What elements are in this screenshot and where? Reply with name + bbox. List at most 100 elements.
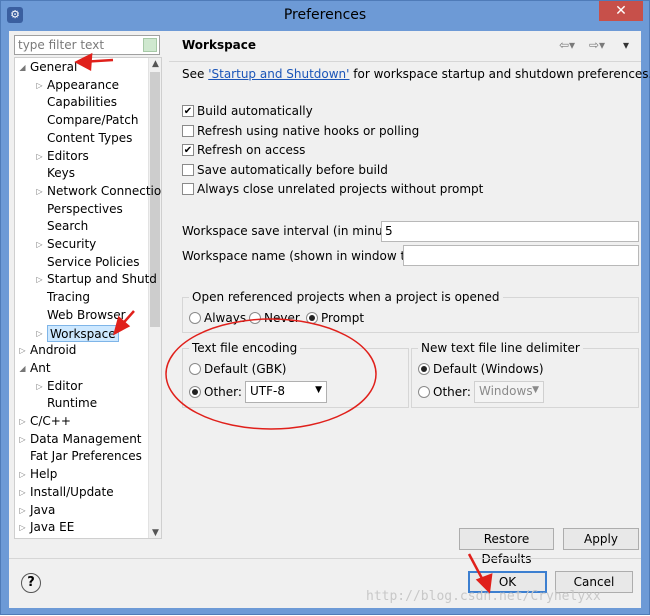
tree-item-fat-jar-preferences[interactable]: Fat Jar Preferences — [30, 448, 142, 465]
preference-tree: ▲ ▼ ◢ General ▷ Appearance Capabilities Compa… — [14, 57, 162, 539]
help-icon[interactable]: ? — [21, 573, 41, 593]
see-suffix: for workspace startup and shutdown prefe… — [349, 67, 650, 81]
tree-item-security[interactable]: Security — [47, 236, 96, 253]
tree-item-compare-patch[interactable]: Compare/Patch — [47, 112, 138, 129]
line-delimiter-title: New text file line delimiter — [418, 341, 583, 355]
tree-item-startup-and-shutd[interactable]: Startup and Shutd — [47, 271, 157, 288]
open-referenced-title: Open referenced projects when a project … — [189, 290, 503, 304]
forward-arrow-icon[interactable]: ⇨▾ — [589, 38, 605, 52]
encoding-select[interactable]: UTF-8 ▼ — [245, 381, 327, 403]
radio-encoding-default[interactable] — [189, 363, 201, 375]
tree-expand-icon[interactable]: ▷ — [18, 435, 27, 444]
tree-item-editors[interactable]: Editors — [47, 148, 89, 165]
tree-item-content-types[interactable]: Content Types — [47, 130, 132, 147]
clear-filter-icon[interactable] — [143, 38, 157, 52]
radio-delimiter-other-label: Other: — [433, 385, 471, 399]
scroll-up-icon[interactable]: ▲ — [149, 58, 161, 71]
see-startup-text: See 'Startup and Shutdown' for workspace… — [182, 67, 650, 81]
tree-item-search[interactable]: Search — [47, 218, 88, 235]
radio-delimiter-default[interactable] — [418, 363, 430, 375]
radio-encoding-default-label: Default (GBK) — [204, 362, 287, 376]
header-divider — [169, 61, 641, 62]
checkbox-1[interactable] — [182, 124, 194, 137]
workspace-name-label: Workspace name (shown in window title): — [182, 249, 433, 263]
radio-prompt[interactable] — [306, 312, 318, 324]
radio-encoding-other[interactable] — [189, 386, 201, 398]
tree-expand-icon[interactable]: ▷ — [18, 470, 27, 479]
apply-button[interactable]: Apply — [563, 528, 639, 550]
tree-expand-icon[interactable]: ▷ — [35, 81, 44, 90]
window-title: Preferences — [283, 7, 367, 23]
checkbox-2[interactable]: ✔ — [182, 144, 194, 156]
tree-expand-icon[interactable]: ▷ — [35, 240, 44, 249]
tree-item-network-connectio[interactable]: Network Connectio — [47, 183, 161, 200]
page-title: Workspace — [182, 38, 257, 52]
preferences-window: ⚙ Preferences ✕ type filter text ▲ ▼ ◢ Ge… — [0, 0, 650, 615]
tree-item-editor[interactable]: Editor — [47, 378, 83, 395]
tree-expand-icon[interactable]: ◢ — [18, 364, 27, 373]
tree-item-runtime[interactable]: Runtime — [47, 395, 97, 412]
tree-expand-icon[interactable]: ▷ — [18, 346, 27, 355]
delimiter-select[interactable]: Windows ▼ — [474, 381, 544, 403]
delimiter-select-value: Windows — [479, 384, 533, 398]
tree-item-web-browser[interactable]: Web Browser — [47, 307, 126, 324]
radio-always-label: Always — [204, 311, 247, 325]
tree-expand-icon[interactable]: ▷ — [35, 152, 44, 161]
tree-item-general[interactable]: General — [30, 59, 77, 76]
view-menu-icon[interactable]: ▾ — [623, 38, 629, 52]
tree-item-tracing[interactable]: Tracing — [47, 289, 90, 306]
tree-item-install-update[interactable]: Install/Update — [30, 484, 114, 501]
chevron-down-icon: ▼ — [532, 385, 539, 395]
tree-item-ant[interactable]: Ant — [30, 360, 51, 377]
tree-expand-icon[interactable]: ▷ — [18, 488, 27, 497]
filter-input[interactable]: type filter text — [14, 35, 160, 55]
encoding-select-value: UTF-8 — [250, 384, 285, 398]
tree-item-service-policies[interactable]: Service Policies — [47, 254, 140, 271]
checkbox-0[interactable]: ✔ — [182, 105, 194, 117]
tree-item-android[interactable]: Android — [30, 342, 76, 359]
checkbox-label: Always close unrelated projects without … — [197, 182, 484, 196]
tree-item-perspectives[interactable]: Perspectives — [47, 201, 123, 218]
title-bar[interactable]: ⚙ Preferences ✕ — [1, 1, 649, 31]
scroll-down-icon[interactable]: ▼ — [149, 527, 161, 538]
radio-delimiter-other[interactable] — [418, 386, 430, 398]
tree-item-java[interactable]: Java — [30, 502, 55, 519]
open-referenced-group: Open referenced projects when a project … — [182, 290, 639, 333]
footer-divider — [9, 558, 641, 559]
save-interval-label: Workspace save interval (in minutes): — [182, 224, 410, 238]
tree-expand-icon[interactable]: ▷ — [18, 417, 27, 426]
tree-expand-icon[interactable]: ▷ — [18, 523, 27, 532]
radio-encoding-other-label: Other: — [204, 385, 242, 399]
radio-always[interactable] — [189, 312, 201, 324]
tree-item-java-ee[interactable]: Java EE — [30, 519, 74, 536]
tree-item-c-c[interactable]: C/C++ — [30, 413, 71, 430]
tree-item-appearance[interactable]: Appearance — [47, 77, 119, 94]
tree-expand-icon[interactable]: ▷ — [35, 187, 44, 196]
tree-item-data-management[interactable]: Data Management — [30, 431, 142, 448]
watermark: http://blog.csdn.net/Cryhelyxx — [366, 589, 601, 604]
checkbox-4[interactable] — [182, 183, 194, 195]
tree-item-keys[interactable]: Keys — [47, 165, 75, 182]
tree-expand-icon[interactable]: ▷ — [35, 275, 44, 284]
checkbox-label: Save automatically before build — [197, 162, 388, 177]
tree-expand-icon[interactable]: ▷ — [18, 506, 27, 515]
close-button[interactable]: ✕ — [599, 1, 643, 21]
startup-shutdown-link[interactable]: 'Startup and Shutdown' — [208, 67, 349, 81]
tree-expand-icon[interactable]: ▷ — [35, 329, 44, 338]
see-prefix: See — [182, 67, 209, 81]
save-interval-input[interactable]: 5 — [381, 221, 639, 242]
tree-item-capabilities[interactable]: Capabilities — [47, 94, 117, 111]
text-file-encoding-title: Text file encoding — [189, 341, 301, 355]
workspace-page: Workspace ⇦▾ ⇨▾ ▾ See 'Startup and Shutd… — [169, 31, 650, 566]
radio-never[interactable] — [249, 312, 261, 324]
checkbox-3[interactable] — [182, 163, 194, 176]
tree-scrollbar[interactable]: ▲ ▼ — [148, 58, 161, 538]
tree-expand-icon[interactable]: ◢ — [18, 63, 27, 72]
radio-prompt-label: Prompt — [321, 311, 365, 325]
restore-defaults-button[interactable]: Restore Defaults — [459, 528, 554, 566]
tree-item-workspace[interactable]: Workspace — [47, 324, 119, 342]
tree-expand-icon[interactable]: ▷ — [35, 382, 44, 391]
tree-item-help[interactable]: Help — [30, 466, 57, 483]
workspace-name-input[interactable] — [403, 245, 639, 266]
back-arrow-icon[interactable]: ⇦▾ — [559, 38, 575, 52]
